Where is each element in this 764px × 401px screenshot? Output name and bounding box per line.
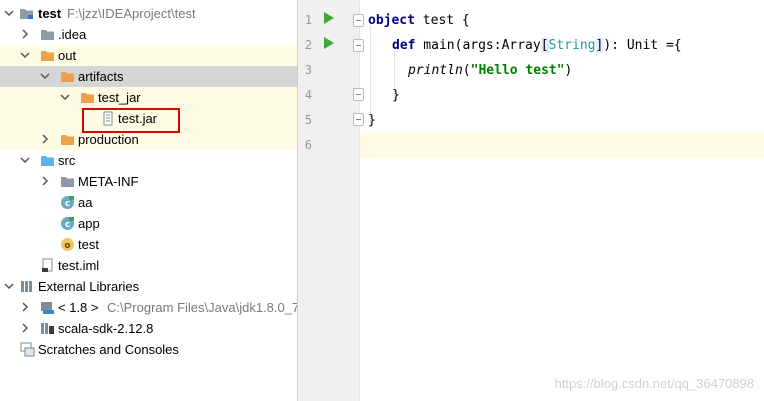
tree-row-src[interactable]: src bbox=[0, 150, 297, 171]
run-icon[interactable] bbox=[323, 11, 335, 25]
source-folder-icon bbox=[40, 153, 55, 168]
code-line-4: } bbox=[360, 83, 764, 108]
tree-row-app[interactable]: c app bbox=[0, 213, 297, 234]
tree-row-scratches[interactable]: Scratches and Consoles bbox=[0, 339, 297, 360]
chevron-down-icon[interactable] bbox=[4, 3, 16, 24]
line-number: 6 bbox=[304, 138, 312, 152]
tree-item-label: app bbox=[78, 216, 100, 231]
tree-item-label: artifacts bbox=[78, 69, 124, 84]
line-number: 2 bbox=[304, 38, 312, 52]
code-text: } bbox=[368, 113, 376, 128]
run-icon[interactable] bbox=[323, 36, 335, 50]
code-line-3: println("Hello test") bbox=[360, 58, 764, 83]
code-text: main(args:Array bbox=[415, 38, 541, 53]
tree-row-test-jar-dir[interactable]: test_jar bbox=[0, 87, 297, 108]
tree-row-test-iml[interactable]: test.iml bbox=[0, 255, 297, 276]
excluded-folder-icon bbox=[40, 48, 55, 63]
folder-icon bbox=[40, 27, 55, 42]
code-text: test { bbox=[414, 13, 470, 28]
svg-text:o: o bbox=[64, 241, 70, 251]
chevron-right-icon[interactable] bbox=[40, 129, 52, 150]
annotation-box bbox=[82, 108, 180, 133]
code-type: String bbox=[548, 38, 596, 53]
code-line-6-current[interactable] bbox=[360, 133, 764, 158]
chevron-down-icon[interactable] bbox=[20, 45, 32, 66]
code-bracket: [ bbox=[540, 38, 549, 53]
tree-row-test-object[interactable]: o test bbox=[0, 234, 297, 255]
tree-item-label: test_jar bbox=[98, 90, 141, 105]
code-editor[interactable]: 1 2 3 4 5 6 object test { def main(args:… bbox=[298, 0, 764, 401]
code-text: ) bbox=[564, 63, 573, 78]
tree-root-label: test bbox=[38, 6, 62, 21]
scala-class-icon: c bbox=[60, 195, 75, 210]
code-line-1: object test { bbox=[360, 8, 764, 33]
code-text: ): Unit ={ bbox=[603, 38, 682, 53]
tree-item-label: External Libraries bbox=[38, 279, 140, 294]
module-folder-icon bbox=[19, 6, 34, 21]
line-number: 4 bbox=[304, 88, 312, 102]
tree-row-meta-inf[interactable]: META-INF bbox=[0, 171, 297, 192]
tree-jdk-path: C:\Program Files\Java\jdk1.8.0_7 bbox=[107, 300, 297, 315]
code-line-5: } bbox=[360, 108, 764, 133]
scala-object-icon: o bbox=[60, 237, 75, 252]
folder-icon bbox=[60, 174, 75, 189]
tree-item-label: out bbox=[58, 48, 77, 63]
chevron-down-icon[interactable] bbox=[40, 66, 52, 87]
tree-item-label: test.iml bbox=[58, 258, 100, 273]
svg-text:c: c bbox=[65, 220, 70, 230]
tree-row-scala-sdk[interactable]: scala-sdk-2.12.8 bbox=[0, 318, 297, 339]
tree-root-path: F:\jzz\IDEAproject\test bbox=[67, 6, 196, 21]
tree-item-label: scala-sdk-2.12.8 bbox=[58, 321, 154, 336]
libraries-icon bbox=[20, 279, 35, 294]
chevron-down-icon[interactable] bbox=[4, 276, 16, 297]
tree-row-artifacts[interactable]: artifacts bbox=[0, 66, 297, 87]
tree-item-label: aa bbox=[78, 195, 93, 210]
excluded-folder-icon bbox=[60, 69, 75, 84]
code-keyword: object bbox=[368, 13, 415, 28]
module-file-icon bbox=[40, 258, 55, 273]
tree-item-label: src bbox=[58, 153, 76, 168]
tree-item-label: META-INF bbox=[78, 174, 139, 189]
tree-item-label: test bbox=[78, 237, 99, 252]
tree-item-label: < 1.8 > bbox=[58, 300, 99, 315]
tree-row-external-libraries[interactable]: External Libraries bbox=[0, 276, 297, 297]
tree-row-aa[interactable]: c aa bbox=[0, 192, 297, 213]
jdk-icon bbox=[40, 300, 55, 315]
scratches-icon bbox=[20, 342, 35, 357]
code-text: } bbox=[392, 88, 400, 103]
editor-gutter: 1 2 3 4 5 6 bbox=[298, 0, 364, 401]
line-number: 3 bbox=[304, 63, 312, 77]
code-keyword: def bbox=[392, 38, 416, 53]
code-text: ( bbox=[462, 63, 471, 78]
chevron-right-icon[interactable] bbox=[20, 24, 32, 45]
excluded-folder-icon bbox=[60, 132, 75, 147]
watermark: https://blog.csdn.net/qq_36470898 bbox=[554, 376, 755, 391]
scala-class-icon: c bbox=[60, 216, 75, 231]
excluded-folder-icon bbox=[80, 90, 95, 105]
tree-row-out[interactable]: out bbox=[0, 45, 297, 66]
code-line-2: def main(args:Array[String]): Unit ={ bbox=[360, 33, 764, 58]
chevron-right-icon[interactable] bbox=[20, 318, 32, 339]
svg-text:c: c bbox=[65, 199, 70, 209]
tree-item-label: Scratches and Consoles bbox=[38, 342, 179, 357]
tree-item-label: .idea bbox=[58, 27, 87, 42]
chevron-down-icon[interactable] bbox=[60, 87, 72, 108]
code-function: println bbox=[408, 63, 463, 78]
chevron-right-icon[interactable] bbox=[40, 171, 52, 192]
line-number: 5 bbox=[304, 113, 312, 127]
tree-row-jdk[interactable]: < 1.8 > C:\Program Files\Java\jdk1.8.0_7 bbox=[0, 297, 297, 318]
library-icon bbox=[40, 321, 55, 336]
code-string: "Hello test" bbox=[470, 63, 565, 78]
chevron-right-icon[interactable] bbox=[20, 297, 32, 318]
tree-row-idea[interactable]: .idea bbox=[0, 24, 297, 45]
chevron-down-icon[interactable] bbox=[20, 150, 32, 171]
line-number: 1 bbox=[304, 13, 312, 27]
project-tree: test F:\jzz\IDEAproject\test .idea out a… bbox=[0, 0, 297, 401]
tree-row-root[interactable]: test F:\jzz\IDEAproject\test bbox=[0, 3, 297, 24]
